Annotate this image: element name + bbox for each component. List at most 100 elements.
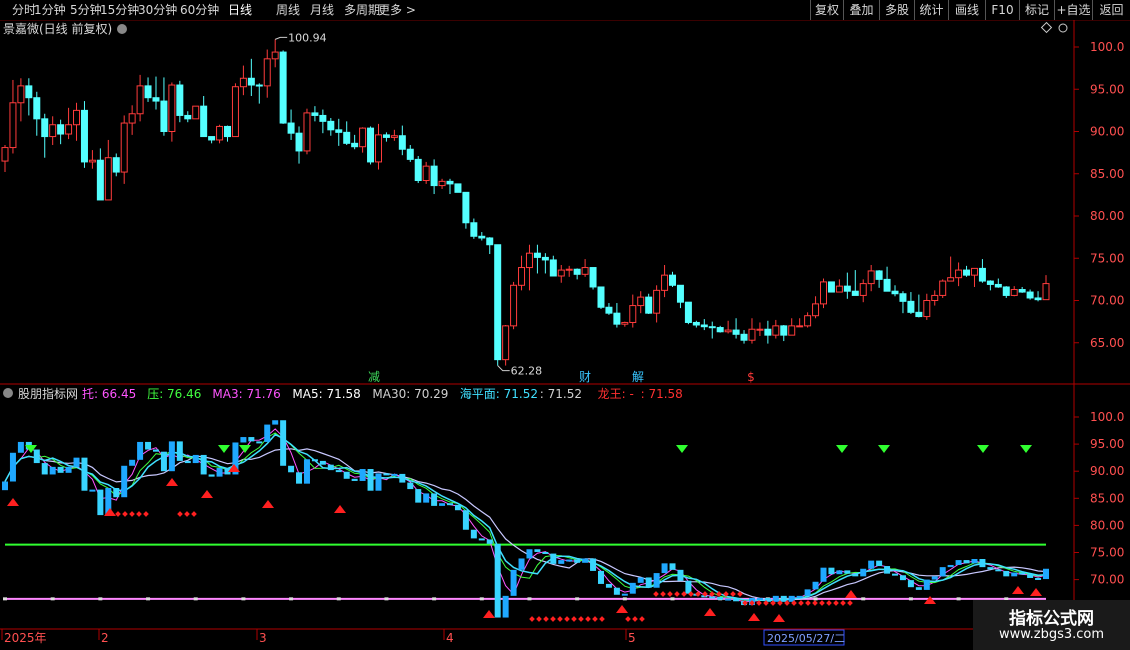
indicator-axis-label: 80.00 (1090, 518, 1124, 532)
indicator-bar (661, 563, 668, 574)
ma30-line (4, 448, 1047, 601)
toolbar-button[interactable]: 统计 (914, 0, 948, 20)
candle-body (669, 274, 677, 286)
indicator-bar (1003, 570, 1010, 577)
indicator-bar (756, 598, 763, 601)
indicator-bar (335, 470, 342, 473)
period-tab[interactable]: 60分钟 (180, 2, 219, 18)
signal-diamond (730, 591, 736, 597)
indicator-bar (1043, 568, 1049, 580)
indicator-bar (979, 559, 986, 568)
indicator-bar (311, 459, 318, 462)
signal-diamond (826, 600, 832, 606)
candle-body (80, 109, 88, 163)
candle-body (1034, 297, 1042, 301)
price-axis-label: 100.0 (1090, 40, 1124, 54)
indicator-bar (192, 454, 199, 464)
candle-body (1, 147, 9, 162)
indicator-bar (582, 558, 589, 563)
period-tab[interactable]: 多周期 (344, 2, 380, 18)
signal-diamond (667, 591, 673, 597)
indicator-bar (168, 441, 175, 472)
indicator-legend-item: MA3: 71.76 (212, 387, 280, 401)
indicator-legend-item: : 71.58 (641, 387, 683, 401)
period-tab[interactable]: 周线 (276, 2, 300, 18)
buy-signal-triangle (7, 498, 19, 506)
support-dot (813, 597, 818, 601)
indicator-bar (184, 460, 191, 464)
indicator-bar (415, 489, 422, 503)
candle-body (239, 77, 247, 88)
circle-icon[interactable] (1058, 23, 1068, 33)
toolbar-button[interactable]: 多股 (879, 0, 914, 20)
candle-body (462, 191, 470, 224)
candle-body (406, 148, 414, 160)
chevron-down-icon[interactable] (117, 24, 127, 34)
toolbar-button[interactable]: 叠加 (843, 0, 879, 20)
stock-chart[interactable]: 景嘉微(日线 前复权) 100.0 95.00 90.00 85.00 80.00 75.0… (0, 20, 1130, 650)
support-dot (289, 597, 294, 601)
candle-body (732, 329, 740, 335)
period-tab[interactable]: 日线 (228, 2, 252, 18)
candle-body (335, 129, 343, 133)
period-tab[interactable]: 5分钟 (70, 2, 102, 18)
candle-body (327, 120, 335, 131)
candle-body (430, 165, 438, 187)
period-tab[interactable]: 1分钟 (34, 2, 66, 18)
support-dot (3, 597, 7, 601)
toolbar-button[interactable]: +自选 (1054, 0, 1092, 20)
signal-diamond (184, 511, 190, 517)
toolbar-button[interactable]: 标记 (1019, 0, 1054, 20)
indicator-bar (892, 573, 899, 576)
candle-body (255, 84, 263, 87)
indicator-axis-label: 70.00 (1090, 573, 1124, 587)
candle-body (25, 85, 33, 99)
indicator-bar (717, 596, 724, 600)
period-tab[interactable]: 15分钟 (100, 2, 139, 18)
cursor-date-label: 2025/05/27/二 (767, 632, 845, 645)
candle-body (700, 324, 708, 328)
high-price-label: 100.94 (288, 31, 327, 44)
buy-signal-triangle (773, 614, 785, 622)
period-tab[interactable]: 30分钟 (138, 2, 177, 18)
candle-body (9, 102, 17, 149)
signal-diamond (536, 616, 542, 622)
price-axis-label: 65.00 (1090, 336, 1124, 350)
indicator-bar (733, 598, 740, 602)
indicator-bar (915, 587, 922, 590)
indicator-bar (939, 567, 946, 577)
signal-diamond (177, 511, 183, 517)
support-dot (50, 597, 55, 601)
diamond-icon[interactable] (1040, 21, 1053, 34)
candle-body (128, 113, 136, 124)
chevron-down-icon[interactable] (3, 388, 13, 398)
period-tab[interactable]: 分时 (12, 2, 36, 18)
candle-body (1018, 289, 1026, 293)
toolbar-button[interactable]: 画线 (948, 0, 985, 20)
watermark-url: www.zbgs3.com (998, 627, 1105, 642)
candle-body (1002, 286, 1010, 296)
toolbar-button[interactable]: F10 (985, 0, 1019, 20)
candle-body (311, 112, 319, 116)
period-tab[interactable]: 更多 > (378, 2, 416, 18)
candle-body (343, 131, 351, 144)
support-dot (479, 597, 484, 601)
signal-diamond (557, 616, 563, 622)
indicator-bar (272, 420, 279, 425)
period-tab[interactable]: 月线 (310, 2, 334, 18)
price-axis-label: 70.00 (1090, 294, 1124, 308)
high-pointer (274, 36, 288, 40)
candle-body (835, 285, 843, 293)
candle-body (247, 77, 255, 86)
candle-body (502, 325, 510, 361)
indicator-bar (399, 473, 406, 483)
candle-body (41, 118, 49, 138)
toolbar-button[interactable]: 返回 (1092, 0, 1130, 20)
indicator-bar (208, 474, 215, 477)
support-dot (861, 597, 866, 601)
candle-body (994, 283, 1002, 288)
toolbar-button[interactable]: 复权 (810, 0, 843, 20)
candle-body (192, 105, 200, 120)
candle-body (33, 97, 41, 120)
candle-body (851, 290, 859, 296)
